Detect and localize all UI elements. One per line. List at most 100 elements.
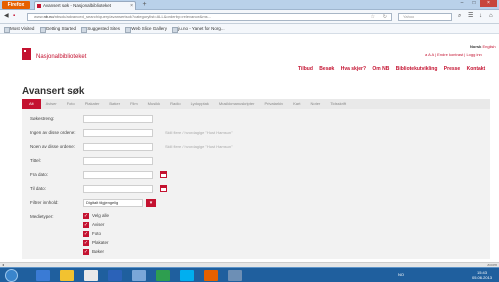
field-row-any: Noen av disse ordene: Skill flere / hvor… — [30, 143, 430, 152]
address-bar[interactable]: www.nb.no/nbsok/advanced_search/query/av… — [27, 13, 392, 21]
checkbox-label: Velg alle — [92, 213, 110, 218]
search-icon[interactable]: ⌕ — [458, 13, 461, 20]
access-filter-label: Filtrer innhold: — [30, 200, 59, 205]
file-explorer-icon[interactable] — [60, 270, 74, 281]
tab-foto[interactable]: Foto — [62, 99, 80, 109]
chevron-down-icon[interactable]: ▾ — [146, 199, 156, 207]
tab-alt[interactable]: Alt — [22, 99, 41, 109]
field-row-search: Søkestreng: — [30, 115, 430, 124]
search-input[interactable]: Yahoo — [398, 13, 452, 21]
checkbox-label: Bøker — [92, 249, 105, 254]
tab-musikk[interactable]: Musikk — [143, 99, 165, 109]
brand-name[interactable]: Nasjonalbiblioteket — [36, 54, 86, 60]
bookmarks-menu-icon[interactable]: ☰ — [468, 13, 473, 20]
close-window-icon[interactable]: × — [480, 0, 497, 7]
firefox-menu-button[interactable]: Firefox — [2, 1, 30, 9]
tab-kart[interactable]: Kart — [288, 99, 305, 109]
checkmark-icon[interactable]: ✓ — [83, 213, 89, 219]
checkmark-icon[interactable]: ✓ — [83, 231, 89, 237]
tab-noter[interactable]: Noter — [305, 99, 325, 109]
nav-kontakt[interactable]: Kontakt — [467, 66, 486, 72]
word-icon[interactable] — [108, 270, 122, 281]
maximize-icon[interactable]: □ — [468, 0, 480, 7]
field-row-access: Filtrer innhold: Digitalt tilgjengelig ▾ — [30, 199, 430, 208]
tab-radio[interactable]: Radio — [165, 99, 185, 109]
bookmark-item[interactable]: ju.no - Yanet for Norg... — [172, 24, 225, 33]
nav-bibliotekutvikling[interactable]: Bibliotekutvikling — [396, 66, 438, 72]
language-switch: Norsk English — [470, 44, 496, 49]
title-bar: Firefox Avansert søk - Nasjonalbibliotek… — [0, 0, 499, 10]
reload-icon[interactable]: ↻ — [383, 14, 387, 20]
to-date-label: Til dato: — [30, 186, 46, 191]
system-tray[interactable]: NO — [398, 272, 404, 277]
user-bar[interactable]: a A A | Endre kontrast | Logg inn — [425, 52, 482, 57]
media-player-icon[interactable] — [84, 270, 98, 281]
any-of-words-label: Noen av disse ordene: — [30, 144, 76, 149]
calendar-icon[interactable] — [160, 185, 167, 192]
home-button-icon[interactable]: ⌂ — [489, 13, 493, 20]
from-date-label: Fra dato: — [30, 172, 49, 177]
access-filter-select[interactable]: Digitalt tilgjengelig — [83, 199, 143, 207]
nb-logo-icon[interactable] — [22, 48, 31, 60]
to-date-input[interactable] — [83, 185, 153, 193]
checkbox-label: Aviser — [92, 222, 105, 227]
bookmarks-toolbar: Most Visited Getting Started Suggested S… — [0, 24, 499, 34]
photo-viewer-icon[interactable] — [132, 270, 146, 281]
home-icon[interactable]: ▪ — [13, 13, 15, 20]
checkbox-label: Plakater — [92, 240, 109, 245]
advanced-search-form: Søkestreng: Ingen av disse ordene: Skill… — [22, 109, 490, 259]
green-app-icon[interactable] — [156, 270, 170, 281]
back-icon[interactable]: ◀ — [4, 13, 9, 20]
download-icon[interactable]: ↓ — [479, 13, 482, 20]
skype-icon[interactable] — [180, 270, 194, 281]
tab-aviser[interactable]: Aviser — [41, 99, 62, 109]
tab-boker[interactable]: Bøker — [104, 99, 125, 109]
checkmark-icon[interactable]: ✓ — [83, 222, 89, 228]
any-of-words-input[interactable] — [83, 143, 153, 151]
tab-musikkmanuskripter[interactable]: Musikkmanuskripter — [214, 99, 260, 109]
browser-tab[interactable]: Avansert søk - Nasjonalbiblioteket × — [34, 1, 136, 10]
taskbar: NO 15:43 05.06.2013 — [0, 267, 499, 282]
none-of-words-hint: Skill flere / hvordagige "Hust Hamsun" — [165, 130, 233, 135]
clock-date: 05.06.2013 — [472, 275, 493, 280]
title-input[interactable] — [83, 157, 153, 165]
bookmark-item[interactable]: Suggested Sites — [81, 24, 120, 33]
checkmark-icon[interactable]: ✓ — [83, 249, 89, 255]
clock[interactable]: 15:43 05.06.2013 — [472, 270, 492, 280]
any-of-words-hint: Skill flere / hvordagige "Hust Hamsun" — [165, 144, 233, 149]
new-tab-icon[interactable]: + — [140, 1, 149, 9]
nav-hva-skjer[interactable]: Hva skjer? — [341, 66, 366, 72]
tab-lydopptak[interactable]: Lydopptak — [186, 99, 214, 109]
generic-app-icon[interactable] — [228, 270, 242, 281]
start-button-icon[interactable] — [5, 269, 18, 282]
tab-plakater[interactable]: Plakater — [80, 99, 105, 109]
tab-privatarkiv[interactable]: Privatarkiv — [259, 99, 288, 109]
tab-tidsskrift[interactable]: Tidsskrift — [325, 99, 351, 109]
close-tab-icon[interactable]: × — [130, 2, 133, 10]
checkmark-icon[interactable]: ✓ — [83, 240, 89, 246]
bookmark-star-icon[interactable]: ☆ — [371, 14, 375, 20]
checkbox-label: Foto — [92, 231, 102, 236]
nav-om-nb[interactable]: Om NB — [372, 66, 389, 72]
url-prefix: www. — [34, 14, 44, 19]
tab-favicon-icon — [37, 4, 41, 8]
none-of-words-label: Ingen av disse ordene: — [30, 130, 76, 135]
web-page: Nasjonalbiblioteket Norsk English a A A … — [0, 34, 499, 262]
language-english-link[interactable]: English — [482, 44, 495, 49]
search-string-input[interactable] — [83, 115, 153, 123]
tab-film[interactable]: Film — [125, 99, 143, 109]
nav-tilbud[interactable]: Tilbud — [298, 66, 313, 72]
calendar-icon[interactable] — [160, 171, 167, 178]
bookmark-item[interactable]: Getting Started — [39, 24, 76, 33]
from-date-input[interactable] — [83, 171, 153, 179]
bookmark-item[interactable]: Web Slice Gallery — [125, 24, 167, 33]
nav-presse[interactable]: Presse — [444, 66, 460, 72]
internet-explorer-icon[interactable] — [36, 270, 50, 281]
minimize-icon[interactable]: – — [456, 0, 468, 7]
category-tabs: Alt Aviser Foto Plakater Bøker Film Musikk Radi… — [22, 99, 490, 109]
none-of-words-input[interactable] — [83, 129, 153, 137]
firefox-icon[interactable] — [204, 270, 218, 281]
bookmark-item[interactable]: Most Visited — [4, 24, 34, 33]
page-title: Avansert søk — [22, 86, 85, 97]
nav-besok[interactable]: Besøk — [319, 66, 334, 72]
